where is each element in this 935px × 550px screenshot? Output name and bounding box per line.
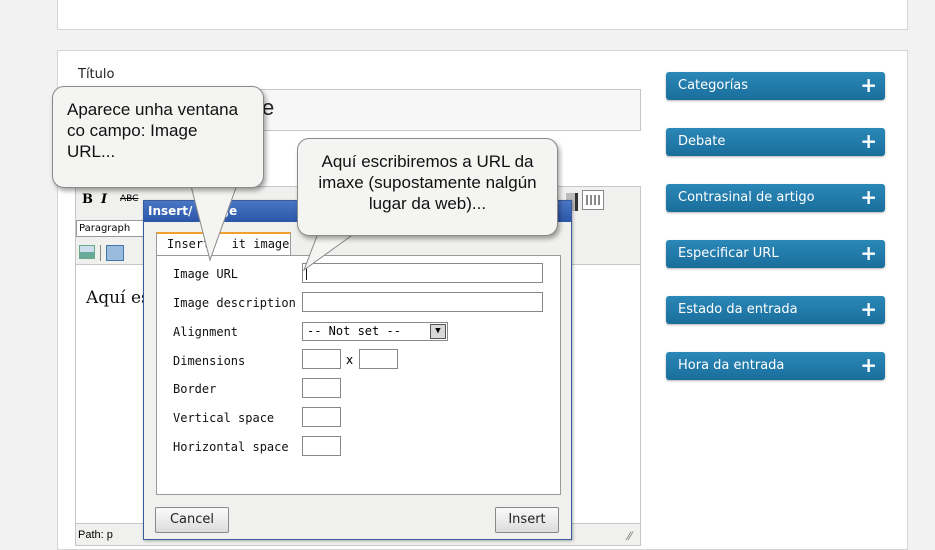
plus-icon[interactable]: +: [860, 72, 877, 98]
horizontal-space-label: Horizontal space: [173, 440, 289, 454]
sidebar-item-especificar-url[interactable]: Especificar URL +: [666, 240, 885, 268]
dimensions-label: Dimensions: [173, 354, 246, 368]
sidebar-item-debate[interactable]: Debate +: [666, 128, 885, 156]
paste-icon[interactable]: [106, 245, 124, 261]
cancel-button[interactable]: Cancel: [155, 507, 229, 533]
width-input[interactable]: [302, 349, 341, 369]
alignment-select[interactable]: -- Not set -- ▼: [302, 322, 448, 341]
sidebar-item-label: Estado da entrada: [678, 302, 798, 317]
border-label: Border: [173, 382, 217, 396]
sidebar-item-label: Especificar URL: [678, 246, 779, 261]
chevron-down-icon[interactable]: ▼: [430, 324, 446, 339]
plus-icon[interactable]: +: [860, 240, 877, 266]
sidebar-item-categorias[interactable]: Categorías +: [666, 72, 885, 100]
vertical-space-input[interactable]: [302, 407, 341, 427]
sidebar-item-estado[interactable]: Estado da entrada +: [666, 296, 885, 324]
insert-button[interactable]: Insert: [495, 507, 559, 533]
sidebar-item-hora[interactable]: Hora da entrada +: [666, 352, 885, 380]
sidebar-item-label: Contrasinal de artigo: [678, 190, 815, 205]
callout-right: Aquí escribiremos a URL da imaxe (supost…: [297, 138, 558, 236]
border-input[interactable]: [302, 378, 341, 398]
alignment-label: Alignment: [173, 325, 239, 339]
sidebar-item-label: Categorías: [678, 78, 749, 93]
path-label: Path: p: [78, 529, 113, 541]
image-description-label: Image description: [173, 296, 296, 310]
italic-button[interactable]: I: [101, 192, 107, 207]
title-label: Título: [78, 67, 115, 82]
vertical-space-label: Vertical space: [173, 411, 275, 425]
dialog-form-panel: [156, 255, 561, 495]
callout-left-tail: [189, 180, 239, 262]
toolbar-separator: [100, 245, 101, 261]
plus-icon[interactable]: +: [860, 184, 877, 210]
previous-panel: [57, 0, 908, 30]
resize-grip-icon[interactable]: ⁄⁄: [628, 529, 632, 543]
kitchen-sink-icon[interactable]: [582, 190, 604, 210]
image-description-input[interactable]: [302, 292, 543, 312]
table-icon[interactable]: [79, 245, 95, 259]
editor-body-text: Aquí es: [86, 288, 150, 308]
dimensions-separator: x: [346, 353, 354, 367]
strikethrough-button[interactable]: ABC: [120, 194, 138, 204]
alignment-selected-value: -- Not set --: [307, 324, 401, 338]
sidebar-item-contrasinal[interactable]: Contrasinal de artigo +: [666, 184, 885, 212]
height-input[interactable]: [359, 349, 398, 369]
plus-icon[interactable]: +: [860, 352, 877, 378]
horizontal-space-input[interactable]: [302, 436, 341, 456]
sidebar-item-label: Debate: [678, 134, 726, 149]
image-url-label: Image URL: [173, 267, 239, 281]
bold-button[interactable]: B: [82, 192, 93, 207]
format-select[interactable]: Paragraph: [76, 220, 148, 237]
plus-icon[interactable]: +: [860, 128, 877, 154]
plus-icon[interactable]: +: [860, 296, 877, 322]
callout-left: Aparece unha ventana co campo: Image URL…: [52, 86, 264, 188]
sidebar-item-label: Hora da entrada: [678, 358, 785, 373]
